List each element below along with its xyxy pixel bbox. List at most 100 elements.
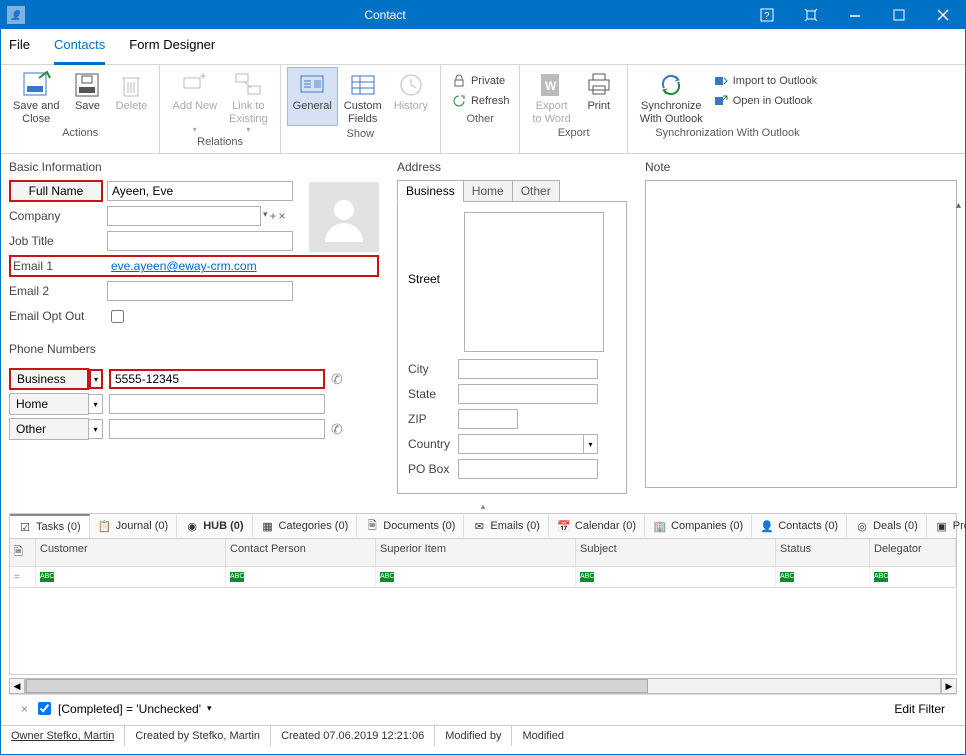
email1-value[interactable]: eve.ayeen@eway-crm.com <box>111 259 257 273</box>
scroll-right-icon[interactable]: ▶ <box>941 678 957 694</box>
job-title-input[interactable] <box>107 231 293 251</box>
tab-contacts[interactable]: Contacts <box>54 33 105 65</box>
filter-contact[interactable]: ABC <box>226 567 376 587</box>
filter-checkbox[interactable] <box>38 702 51 715</box>
help-icon[interactable]: ? <box>745 1 789 29</box>
zip-input[interactable] <box>458 409 518 429</box>
export-word-button[interactable]: W Export to Word <box>526 67 576 125</box>
link-existing-button[interactable]: Link to Existing ▾ <box>223 67 274 134</box>
tab-form-designer[interactable]: Form Designer <box>129 33 215 64</box>
col-superior[interactable]: Superior Item <box>376 539 576 566</box>
tab-documents[interactable]: 🗎Documents (0) <box>357 515 464 537</box>
import-outlook-button[interactable]: Import to Outlook <box>709 71 821 91</box>
filter-delegator[interactable]: ABC <box>870 567 956 587</box>
company-clear-icon[interactable]: × <box>279 209 286 223</box>
address-tab-home[interactable]: Home <box>463 180 513 202</box>
company-input[interactable] <box>107 206 261 226</box>
tab-calendar[interactable]: 📅Calendar (0) <box>549 515 645 537</box>
phone-business-button[interactable]: Business <box>9 368 89 390</box>
group-relations-label: Relations <box>166 134 273 151</box>
col-icon[interactable]: 🗎 <box>10 539 36 566</box>
horizontal-scrollbar[interactable]: ◀ ▶ <box>9 678 957 694</box>
maximize-inner-icon[interactable] <box>789 1 833 29</box>
open-outlook-button[interactable]: Open in Outlook <box>709 91 821 111</box>
country-input[interactable] <box>458 434 584 454</box>
save-and-close-button[interactable]: Save and Close <box>7 67 65 125</box>
col-customer[interactable]: Customer <box>36 539 226 566</box>
custom-fields-button[interactable]: Custom Fields <box>338 67 388 125</box>
status-modified-by: Modified by <box>435 726 512 746</box>
phone-other-input[interactable] <box>109 419 325 439</box>
filter-dropdown-icon[interactable]: ▾ <box>207 703 212 714</box>
status-owner[interactable]: Owner Stefko, Martin <box>1 726 125 746</box>
save-button[interactable]: Save <box>65 67 109 125</box>
phone-other-dropdown[interactable]: ▾ <box>89 419 103 439</box>
address-tab-other[interactable]: Other <box>512 180 560 202</box>
phone-other-button[interactable]: Other <box>9 418 89 440</box>
city-input[interactable] <box>458 359 598 379</box>
filter-subject[interactable]: ABC <box>576 567 776 587</box>
tab-contacts[interactable]: 👤Contacts (0) <box>752 515 847 537</box>
note-section-label: Note <box>645 160 957 174</box>
col-contact[interactable]: Contact Person <box>226 539 376 566</box>
print-button[interactable]: Print <box>577 67 621 125</box>
ribbon-collapse-icon[interactable]: ▴ <box>956 200 961 211</box>
phone-business-input[interactable] <box>109 369 325 389</box>
phone-home-input[interactable] <box>109 394 325 414</box>
scroll-left-icon[interactable]: ◀ <box>9 678 25 694</box>
optout-checkbox[interactable] <box>111 310 124 323</box>
history-button[interactable]: History <box>388 67 434 125</box>
private-button[interactable]: Private <box>447 71 514 91</box>
col-status[interactable]: Status <box>776 539 870 566</box>
tab-categories[interactable]: ▦Categories (0) <box>253 515 358 537</box>
filter-customer[interactable]: ABC <box>36 567 226 587</box>
window-title: Contact <box>25 8 745 22</box>
tab-project[interactable]: ▣Project <box>927 515 966 537</box>
note-input[interactable] <box>645 180 957 488</box>
full-name-input[interactable] <box>107 181 293 201</box>
minimize-button[interactable] <box>833 1 877 29</box>
delete-button[interactable]: Delete <box>109 67 153 125</box>
edit-filter-button[interactable]: Edit Filter <box>894 702 945 716</box>
filter-equals-icon[interactable]: = <box>10 567 36 587</box>
col-delegator[interactable]: Delegator <box>870 539 956 566</box>
tab-tasks[interactable]: ☑Tasks (0) <box>10 514 90 538</box>
full-name-button[interactable]: Full Name <box>9 180 103 202</box>
close-button[interactable] <box>921 1 965 29</box>
state-input[interactable] <box>458 384 598 404</box>
address-tab-business[interactable]: Business <box>397 180 464 202</box>
journal-icon: 📋 <box>98 519 112 533</box>
tab-journal[interactable]: 📋Journal (0) <box>90 515 178 537</box>
company-add-icon[interactable]: + <box>270 209 277 223</box>
general-button[interactable]: General <box>287 67 338 126</box>
phone-icon[interactable]: ✆ <box>331 421 343 438</box>
phone-business-dropdown[interactable]: ▾ <box>89 369 103 389</box>
company-dropdown-icon[interactable]: ▾ <box>263 209 268 223</box>
email2-input[interactable] <box>107 281 293 301</box>
sync-icon <box>656 70 686 100</box>
pobox-input[interactable] <box>458 459 598 479</box>
tab-file[interactable]: File <box>9 33 30 64</box>
maximize-button[interactable] <box>877 1 921 29</box>
expand-handle[interactable]: ▴ <box>1 500 965 513</box>
street-input[interactable] <box>464 212 604 352</box>
col-subject[interactable]: Subject <box>576 539 776 566</box>
phone-icon[interactable]: ✆ <box>331 371 343 388</box>
email2-label: Email 2 <box>9 284 107 298</box>
filter-status[interactable]: ABC <box>776 567 870 587</box>
country-dropdown[interactable]: ▾ <box>584 434 598 454</box>
tab-companies[interactable]: 🏢Companies (0) <box>645 515 752 537</box>
sync-outlook-button[interactable]: Synchronize With Outlook <box>634 67 709 125</box>
phone-home-button[interactable]: Home <box>9 393 89 415</box>
tab-hub[interactable]: ◉HUB (0) <box>177 515 252 537</box>
project-icon: ▣ <box>935 519 949 533</box>
add-new-button[interactable]: Add New▾ <box>166 67 223 134</box>
refresh-button[interactable]: Refresh <box>447 91 514 111</box>
scroll-thumb[interactable] <box>26 679 648 693</box>
filter-superior[interactable]: ABC <box>376 567 576 587</box>
phone-home-dropdown[interactable]: ▾ <box>89 394 103 414</box>
filter-close-icon[interactable]: × <box>21 702 28 716</box>
tab-deals[interactable]: ◎Deals (0) <box>847 515 927 537</box>
avatar[interactable] <box>309 182 379 252</box>
tab-emails[interactable]: ✉Emails (0) <box>464 515 549 537</box>
